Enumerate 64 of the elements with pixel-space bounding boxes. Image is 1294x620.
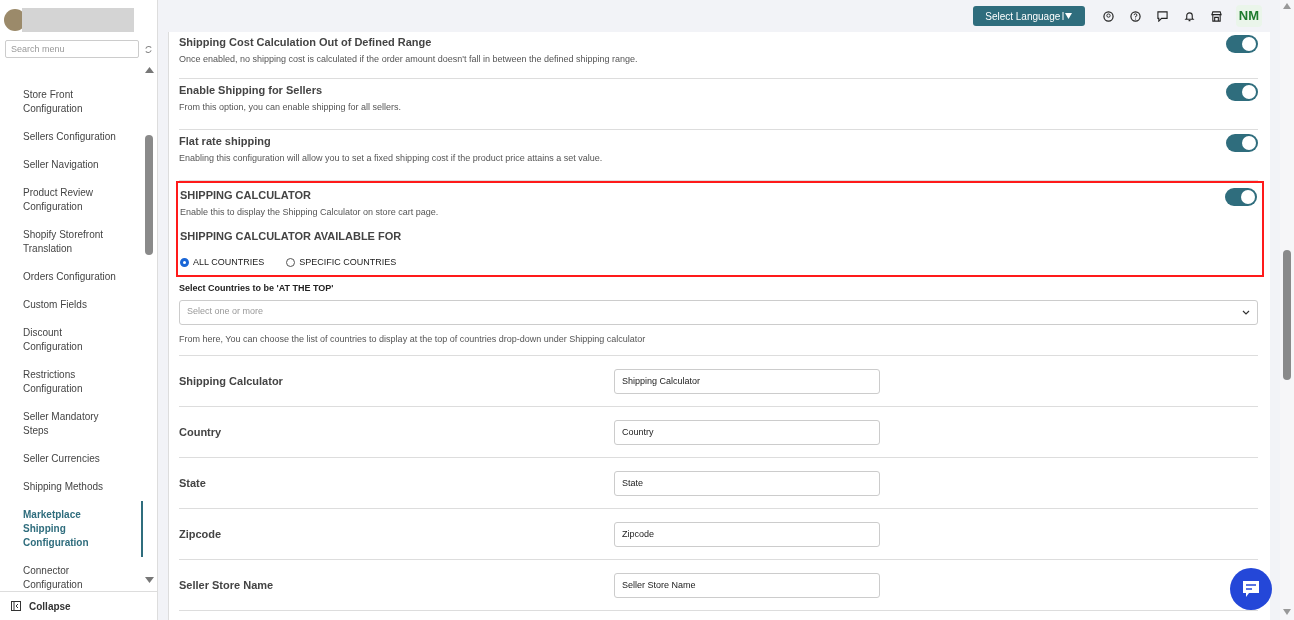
scrollbar-thumb[interactable] (145, 135, 153, 255)
help-icon[interactable] (1129, 10, 1141, 22)
sidebar-item[interactable]: Seller Currencies (0, 445, 143, 473)
text-field[interactable]: Seller Store Name (614, 572, 880, 598)
text-field[interactable]: State (614, 470, 880, 496)
text-field[interactable]: Shipping Calculator (614, 368, 880, 394)
toggle-switch[interactable] (1226, 35, 1258, 53)
help-text: From here, You can choose the list of countries to display at the top of countries drop-down under Shipping calculator (179, 332, 647, 346)
radio-button[interactable] (286, 258, 296, 268)
chat-icon (1241, 580, 1261, 598)
setting-description: Enable this to display the Shipping Calculator on store cart page. (180, 206, 439, 219)
setting-description: Enabling this configuration will allow you to set a fixed shipping cost if the product price attains a set value. (179, 152, 603, 165)
caret-icon (1062, 12, 1073, 20)
setting-description: From this option, you can enable shipping for all sellers. (179, 101, 402, 114)
sidebar-item[interactable]: Custom Fields (0, 291, 143, 319)
scroll-down-icon[interactable] (1283, 609, 1291, 615)
sidebar-item[interactable]: Discount Configuration (0, 319, 143, 361)
sidebar-item[interactable]: Seller Navigation (0, 151, 143, 179)
toggle-switch[interactable] (1226, 134, 1258, 152)
sidebar-item[interactable]: Shopify Storefront Translation (0, 221, 143, 263)
field-label: Seller Store Name (179, 577, 275, 593)
sidebar-item[interactable]: Restrictions Configuration (0, 361, 143, 403)
refresh-icon[interactable] (144, 44, 153, 54)
setting-title: Enable Shipping for Sellers (179, 83, 324, 97)
text-field[interactable]: Country (614, 419, 880, 445)
field-label: State (179, 475, 207, 491)
chat-icon[interactable] (1156, 10, 1168, 22)
search-field[interactable]: Search menu (5, 40, 139, 58)
scroll-down-icon[interactable] (145, 577, 154, 583)
field-label: Shipping Calculator (179, 373, 284, 389)
scroll-up-icon[interactable] (145, 67, 154, 73)
sidebar-item[interactable]: Sellers Configuration (0, 123, 143, 151)
sidebar-item[interactable]: Shipping Methods (0, 473, 143, 501)
sidebar-item[interactable]: Orders Configuration (0, 263, 143, 291)
field-label: Select Countries to be 'AT THE TOP' (179, 282, 335, 295)
field-label: Zipcode (179, 526, 223, 542)
setting-description: Once enabled, no shipping cost is calculated if the order amount doesn't fall in between the defined shipping range. (179, 53, 638, 66)
sidebar-item[interactable]: Marketplace Shipping Configuration (0, 501, 143, 557)
sidebar-item[interactable]: Connector Configuration (0, 557, 143, 591)
section-heading: SHIPPING CALCULATOR AVAILABLE FOR (180, 228, 403, 244)
setting-title: Flat rate shipping (179, 134, 272, 148)
bell-icon[interactable] (1183, 10, 1195, 22)
language-button[interactable]: Select Language (972, 6, 1085, 26)
toggle-switch[interactable] (1225, 188, 1257, 206)
setting-title: SHIPPING CALCULATOR (180, 188, 312, 202)
scroll-up-icon[interactable] (1283, 3, 1291, 9)
chevron-down-icon (1242, 309, 1250, 315)
sidebar-item[interactable]: Store Front Configuration (0, 81, 143, 123)
sidebar-item[interactable]: Seller Mandatory Steps (0, 403, 143, 445)
store-icon[interactable] (1210, 10, 1222, 22)
collapse-icon (11, 601, 21, 611)
setting-title: Shipping Cost Calculation Out of Defined Range (179, 35, 433, 49)
collapse-button[interactable]: Collapse (0, 591, 157, 620)
radio-button[interactable] (180, 258, 189, 268)
scrollbar-thumb[interactable] (1283, 250, 1291, 380)
toggle-switch[interactable] (1226, 83, 1258, 101)
radio-option[interactable]: ALL COUNTRIES (180, 256, 265, 270)
sidebar-item[interactable]: Product Review Configuration (0, 179, 143, 221)
placeholder-text: Select one or more (187, 305, 264, 319)
user-icon[interactable] (1102, 10, 1114, 22)
field-label: Country (179, 424, 223, 440)
radio-option[interactable]: SPECIFIC COUNTRIES (286, 256, 397, 270)
text-field[interactable]: Zipcode (614, 521, 880, 547)
user-avatar[interactable]: NM (1235, 5, 1262, 27)
